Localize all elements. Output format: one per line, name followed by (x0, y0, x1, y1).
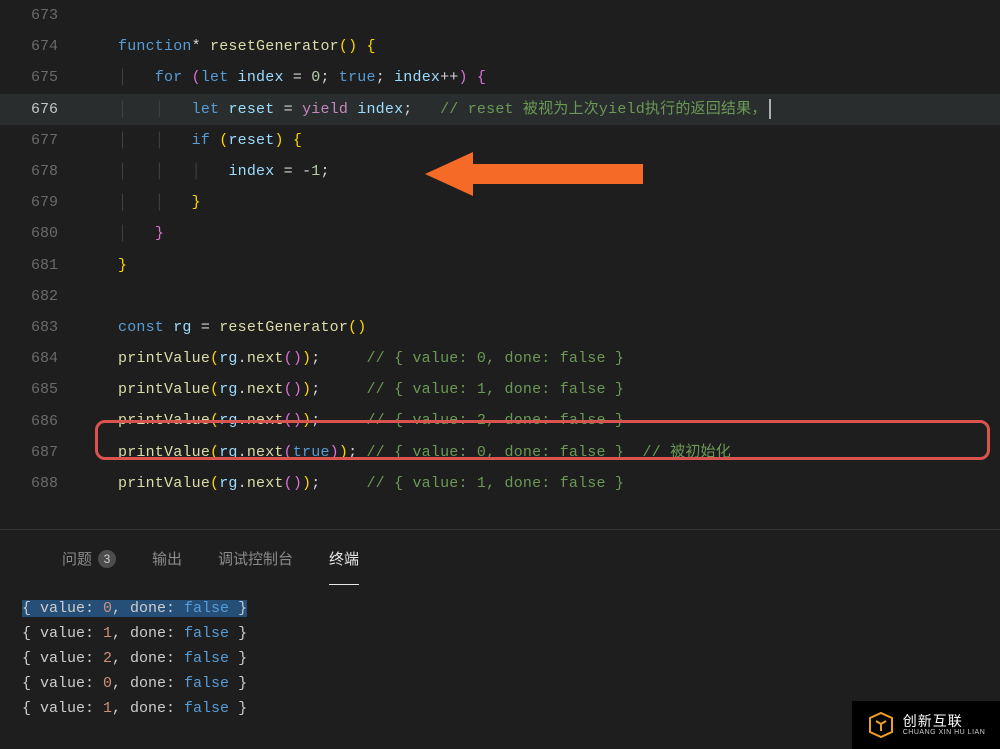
line-number: 674 (0, 38, 80, 55)
line-number: 684 (0, 350, 80, 367)
code-line[interactable]: 688printValue(rg.next()); // { value: 1,… (0, 468, 1000, 499)
code-content[interactable]: printValue(rg.next()); // { value: 2, do… (80, 405, 1000, 436)
watermark-logo: 创新互联 CHUANG XIN HU LIAN (852, 701, 1000, 749)
code-content[interactable]: printValue(rg.next()); // { value: 1, do… (80, 468, 1000, 499)
code-line[interactable]: 677│ │ if (reset) { (0, 125, 1000, 156)
line-number: 681 (0, 257, 80, 274)
tab-label: 调试控制台 (218, 548, 293, 569)
line-number: 673 (0, 7, 80, 24)
code-line[interactable]: 679│ │ } (0, 187, 1000, 218)
code-content[interactable]: │ } (80, 218, 1000, 249)
line-number: 685 (0, 381, 80, 398)
terminal-output[interactable]: { value: 0, done: false }{ value: 1, don… (0, 586, 1000, 721)
code-line[interactable]: 681} (0, 250, 1000, 281)
code-content[interactable]: printValue(rg.next()); // { value: 0, do… (80, 343, 1000, 374)
line-number: 688 (0, 475, 80, 492)
line-number: 680 (0, 225, 80, 242)
line-number: 675 (0, 69, 80, 86)
logo-icon (867, 711, 895, 739)
code-line[interactable]: 686printValue(rg.next()); // { value: 2,… (0, 405, 1000, 436)
logo-text: 创新互联 (903, 714, 986, 729)
tab-label: 输出 (152, 548, 182, 569)
tab-output[interactable]: 输出 (152, 544, 182, 585)
code-content[interactable]: │ │ if (reset) { (80, 125, 1000, 156)
problems-badge: 3 (98, 550, 116, 568)
code-content[interactable]: function* resetGenerator() { (80, 31, 1000, 62)
bottom-panel: 问题 3 输出 调试控制台 终端 { value: 0, done: false… (0, 530, 1000, 749)
code-content[interactable]: │ for (let index = 0; true; index++) { (80, 62, 1000, 93)
code-line[interactable]: 685printValue(rg.next()); // { value: 1,… (0, 374, 1000, 405)
code-content[interactable]: printValue(rg.next()); // { value: 1, do… (80, 374, 1000, 405)
code-line[interactable]: 675│ for (let index = 0; true; index++) … (0, 62, 1000, 93)
line-number: 683 (0, 319, 80, 336)
code-content[interactable]: │ │ │ index = -1; (80, 156, 1000, 187)
code-line[interactable]: 676│ │ let reset = yield index; // reset… (0, 94, 1000, 125)
line-number: 678 (0, 163, 80, 180)
code-line[interactable]: 684printValue(rg.next()); // { value: 0,… (0, 343, 1000, 374)
code-content[interactable]: │ │ let reset = yield index; // reset 被视… (80, 94, 1000, 125)
code-line[interactable]: 680│ } (0, 218, 1000, 249)
tab-label: 终端 (329, 548, 359, 569)
line-number: 687 (0, 444, 80, 461)
code-content[interactable]: printValue(rg.next(true)); // { value: 0… (80, 437, 1000, 468)
text-cursor (769, 99, 771, 119)
terminal-line: { value: 1, done: false } (22, 621, 1000, 646)
logo-subtext: CHUANG XIN HU LIAN (903, 729, 986, 736)
code-line[interactable]: 683const rg = resetGenerator() (0, 312, 1000, 343)
tab-problems[interactable]: 问题 3 (62, 544, 116, 585)
line-number: 679 (0, 194, 80, 211)
code-content[interactable]: const rg = resetGenerator() (80, 312, 1000, 343)
code-content[interactable]: │ │ } (80, 187, 1000, 218)
terminal-line: { value: 0, done: false } (22, 596, 1000, 621)
code-line[interactable]: 682 (0, 281, 1000, 312)
code-content[interactable]: } (80, 250, 1000, 281)
line-number: 682 (0, 288, 80, 305)
code-line[interactable]: 674function* resetGenerator() { (0, 31, 1000, 62)
code-line[interactable]: 673 (0, 0, 1000, 31)
code-line[interactable]: 678│ │ │ index = -1; (0, 156, 1000, 187)
code-editor[interactable]: 673674function* resetGenerator() {675│ f… (0, 0, 1000, 530)
tab-terminal[interactable]: 终端 (329, 544, 359, 585)
line-number: 676 (0, 101, 80, 118)
line-number: 677 (0, 132, 80, 149)
line-number: 686 (0, 413, 80, 430)
tab-debug-console[interactable]: 调试控制台 (218, 544, 293, 585)
code-line[interactable]: 687printValue(rg.next(true)); // { value… (0, 437, 1000, 468)
terminal-line: { value: 2, done: false } (22, 646, 1000, 671)
tab-label: 问题 (62, 548, 92, 569)
panel-tab-bar: 问题 3 输出 调试控制台 终端 (0, 530, 1000, 586)
terminal-line: { value: 0, done: false } (22, 671, 1000, 696)
